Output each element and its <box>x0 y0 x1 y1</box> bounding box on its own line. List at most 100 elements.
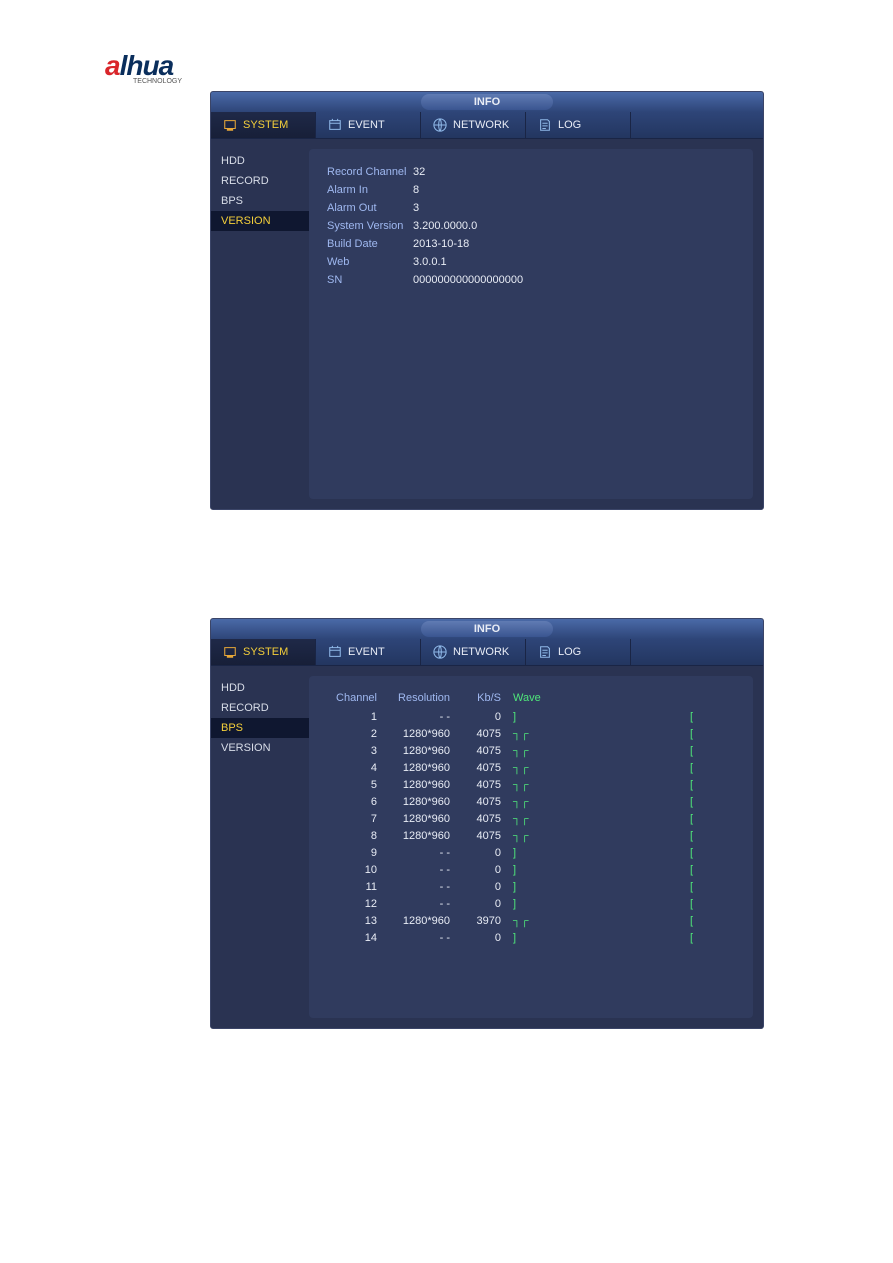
cell-channel: 7 <box>327 811 385 828</box>
info-pill: INFO <box>421 621 553 637</box>
cell-end: [ <box>673 862 735 879</box>
system-icon <box>223 645 237 659</box>
col-channel: Channel <box>327 690 385 707</box>
cell-kbs: 0 <box>456 896 513 913</box>
sidebar-item-record[interactable]: RECORD <box>211 171 309 191</box>
sidebar-item-record[interactable]: RECORD <box>211 698 309 718</box>
cell-wave: ] <box>513 845 673 862</box>
cell-end: [ <box>673 743 735 760</box>
tab-label: LOG <box>558 646 581 658</box>
brand-logo: alhua TECHNOLOGY <box>105 50 893 85</box>
cell-wave: ┐┌ <box>513 794 673 811</box>
cell-wave: ┐┌ <box>513 743 673 760</box>
network-icon <box>433 645 447 659</box>
event-icon <box>328 118 342 132</box>
cell-channel: 14 <box>327 930 385 947</box>
cell-resolution: 1280*960 <box>385 726 456 743</box>
logo-subtext: TECHNOLOGY <box>133 78 893 85</box>
cell-wave: ] <box>513 896 673 913</box>
version-value: 3.0.0.1 <box>413 253 447 271</box>
cell-resolution: 1280*960 <box>385 777 456 794</box>
version-row: Build Date2013-10-18 <box>327 235 735 253</box>
bps-table: ChannelResolutionKb/SWave1- -0][21280*96… <box>327 690 735 947</box>
version-label: SN <box>327 271 413 289</box>
cell-end: [ <box>673 896 735 913</box>
col-wave: Wave <box>513 690 673 707</box>
tab-event[interactable]: EVENT <box>316 639 421 665</box>
event-icon <box>328 645 342 659</box>
bps-row: 81280*9604075┐┌[ <box>327 828 735 845</box>
tab-label: LOG <box>558 119 581 131</box>
cell-end: [ <box>673 794 735 811</box>
sidebar: HDDRECORDBPSVERSION <box>211 139 309 509</box>
tab-log[interactable]: LOG <box>526 639 631 665</box>
tab-event[interactable]: EVENT <box>316 112 421 138</box>
cell-resolution: - - <box>385 896 456 913</box>
cell-channel: 2 <box>327 726 385 743</box>
sidebar-item-version[interactable]: VERSION <box>211 211 309 231</box>
tab-bar: SYSTEM EVENT NETWORK LOG <box>211 112 763 139</box>
tab-log[interactable]: LOG <box>526 112 631 138</box>
logo-prefix: a <box>105 50 120 81</box>
tab-network[interactable]: NETWORK <box>421 112 526 138</box>
titlebar: INFO <box>211 92 763 112</box>
cell-kbs: 0 <box>456 879 513 896</box>
version-label: Alarm In <box>327 181 413 199</box>
cell-resolution: - - <box>385 709 456 726</box>
sidebar-item-version[interactable]: VERSION <box>211 738 309 758</box>
log-icon <box>538 118 552 132</box>
cell-end: [ <box>673 709 735 726</box>
cell-end: [ <box>673 845 735 862</box>
network-icon <box>433 118 447 132</box>
sidebar-item-bps[interactable]: BPS <box>211 191 309 211</box>
bps-row: 31280*9604075┐┌[ <box>327 743 735 760</box>
version-label: Build Date <box>327 235 413 253</box>
tab-system[interactable]: SYSTEM <box>211 639 316 665</box>
cell-kbs: 3970 <box>456 913 513 930</box>
event-icon <box>328 118 342 132</box>
event-icon <box>328 645 342 659</box>
cell-kbs: 0 <box>456 930 513 947</box>
sidebar-item-bps[interactable]: BPS <box>211 718 309 738</box>
cell-kbs: 0 <box>456 709 513 726</box>
cell-kbs: 0 <box>456 862 513 879</box>
info-panel-bps: INFO SYSTEMEVENTNETWORK LOG HDDRECORDBPSV… <box>210 618 764 1029</box>
network-icon <box>433 118 447 132</box>
version-content: Record Channel32Alarm In8Alarm Out3Syste… <box>309 149 753 499</box>
bps-row: 41280*9604075┐┌[ <box>327 760 735 777</box>
bps-row: 14- -0][ <box>327 930 735 947</box>
version-row: Alarm Out3 <box>327 199 735 217</box>
sidebar-item-hdd[interactable]: HDD <box>211 151 309 171</box>
version-label: System Version <box>327 217 413 235</box>
tab-system[interactable]: SYSTEM <box>211 112 316 138</box>
tab-label: EVENT <box>348 119 385 131</box>
version-value: 3.200.0000.0 <box>413 217 477 235</box>
cell-channel: 11 <box>327 879 385 896</box>
system-icon <box>223 645 237 659</box>
tab-label: SYSTEM <box>243 119 288 131</box>
tab-network[interactable]: NETWORK <box>421 639 526 665</box>
system-icon <box>223 118 237 132</box>
sidebar-item-hdd[interactable]: HDD <box>211 678 309 698</box>
cell-channel: 5 <box>327 777 385 794</box>
version-label: Alarm Out <box>327 199 413 217</box>
bps-row: 51280*9604075┐┌[ <box>327 777 735 794</box>
cell-channel: 10 <box>327 862 385 879</box>
cell-wave: ] <box>513 879 673 896</box>
bps-row: 12- -0][ <box>327 896 735 913</box>
tab-label: NETWORK <box>453 119 509 131</box>
bps-row: 61280*9604075┐┌[ <box>327 794 735 811</box>
cell-channel: 4 <box>327 760 385 777</box>
cell-resolution: 1280*960 <box>385 913 456 930</box>
cell-kbs: 4075 <box>456 726 513 743</box>
version-row: System Version3.200.0000.0 <box>327 217 735 235</box>
bps-row: 10- -0][ <box>327 862 735 879</box>
cell-channel: 1 <box>327 709 385 726</box>
cell-wave: ┐┌ <box>513 828 673 845</box>
version-row: SN000000000000000000 <box>327 271 735 289</box>
cell-wave: ┐┌ <box>513 760 673 777</box>
cell-resolution: 1280*960 <box>385 828 456 845</box>
cell-channel: 3 <box>327 743 385 760</box>
log-icon <box>538 645 552 659</box>
bps-row: 71280*9604075┐┌[ <box>327 811 735 828</box>
